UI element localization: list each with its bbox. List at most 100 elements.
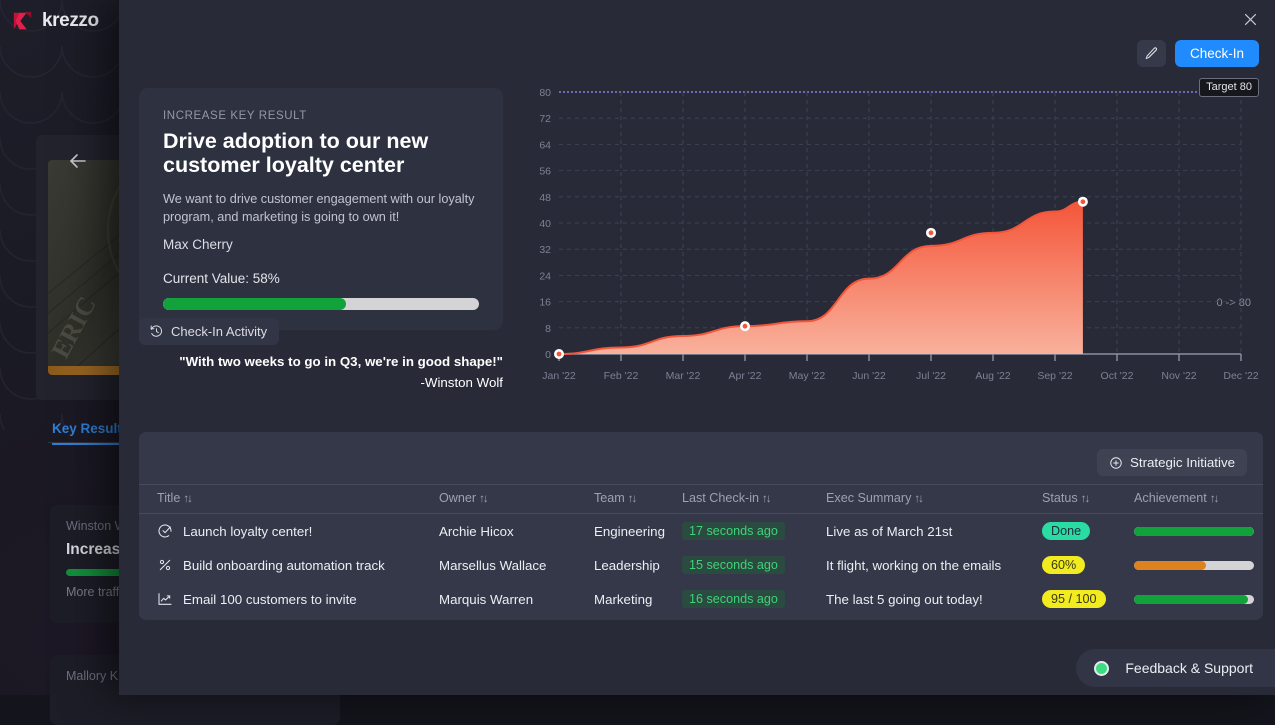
feedback-support-button[interactable]: Feedback & Support: [1076, 649, 1275, 687]
status-badge: 60%: [1042, 556, 1085, 574]
cell-exec-summary: The last 5 going out today!: [826, 582, 1042, 616]
x-tick-label: Jun '22: [852, 370, 886, 382]
table-row[interactable]: Email 100 customers to inviteMarquis War…: [139, 582, 1263, 616]
y-tick-label: 72: [539, 113, 551, 125]
sort-updown-icon[interactable]: ↑↓: [183, 493, 191, 505]
data-point-center: [1081, 199, 1086, 204]
y-tick-label: 16: [539, 297, 551, 309]
cell-team: Leadership: [594, 548, 682, 582]
x-tick-label: Jul '22: [916, 370, 946, 382]
strategic-initiatives-panel: Strategic Initiative Title↑↓Owner↑↓Team↑…: [139, 432, 1263, 620]
kr-progress-bar: [163, 298, 479, 310]
cell-last-checkin: 15 seconds ago: [682, 548, 826, 582]
table-row[interactable]: Build onboarding automation track Marsell…: [139, 548, 1263, 582]
table-row[interactable]: Launch loyalty center!Archie HicoxEngine…: [139, 514, 1263, 549]
sort-updown-icon[interactable]: ↑↓: [1081, 493, 1089, 505]
x-tick-label: May '22: [789, 370, 826, 382]
x-tick-label: Jan '22: [542, 370, 576, 382]
cell-owner: Marquis Warren: [439, 582, 594, 616]
cell-team: Marketing: [594, 582, 682, 616]
check-in-button[interactable]: Check-In: [1175, 40, 1259, 67]
x-tick-label: Oct '22: [1101, 370, 1134, 382]
y-tick-label: 80: [539, 87, 551, 99]
column-header-owner[interactable]: Owner↑↓: [439, 485, 594, 514]
kr-title: Drive adoption to our new customer loyal…: [163, 129, 479, 177]
achievement-bar: [1134, 527, 1254, 536]
cell-exec-summary: It flight, working on the emails: [826, 548, 1042, 582]
y-tick-label: 24: [539, 270, 551, 282]
cell-achievement: [1134, 582, 1263, 616]
cell-status: 60%: [1042, 548, 1134, 582]
y-tick-label: 48: [539, 192, 551, 204]
sort-updown-icon[interactable]: ↑↓: [914, 493, 922, 505]
sort-updown-icon[interactable]: ↑↓: [479, 493, 487, 505]
add-strategic-initiative-button[interactable]: Strategic Initiative: [1097, 449, 1247, 476]
cell-title[interactable]: Launch loyalty center!: [139, 514, 439, 549]
close-icon[interactable]: [1237, 6, 1263, 32]
cell-title[interactable]: Build onboarding automation track: [139, 548, 439, 582]
x-tick-label: Mar '22: [666, 370, 701, 382]
check-in-activity-button[interactable]: Check-In Activity: [139, 318, 279, 345]
column-label: Status: [1042, 491, 1078, 505]
x-tick-label: Nov '22: [1161, 370, 1196, 382]
key-result-card: INCREASE KEY RESULT Drive adoption to ou…: [139, 88, 503, 330]
x-tick-label: Dec '22: [1223, 370, 1258, 382]
quote-author: -Winston Wolf: [139, 375, 503, 390]
sort-updown-icon[interactable]: ↑↓: [1210, 493, 1218, 505]
history-icon: [149, 324, 164, 339]
y-tick-label: 64: [539, 139, 551, 151]
last-checkin-badge: 17 seconds ago: [682, 522, 785, 540]
status-badge: 95 / 100: [1042, 590, 1106, 608]
x-tick-label: Aug '22: [975, 370, 1010, 382]
column-header-achievement[interactable]: Achievement↑↓: [1134, 485, 1263, 514]
table-body: Launch loyalty center!Archie HicoxEngine…: [139, 514, 1263, 617]
x-tick-label: Feb '22: [604, 370, 639, 382]
initiative-title: Launch loyalty center!: [183, 524, 312, 539]
last-checkin-badge: 16 seconds ago: [682, 590, 785, 608]
quote-text: "With two weeks to go in Q3, we're in go…: [139, 352, 503, 372]
check-circle-icon: [157, 523, 173, 539]
achievement-bar: [1134, 561, 1254, 570]
table-header-row: Title↑↓Owner↑↓Team↑↓Last Check-in↑↓Exec …: [139, 485, 1263, 514]
edit-button[interactable]: [1137, 40, 1166, 67]
y-tick-label: 40: [539, 218, 551, 230]
check-in-quote: "With two weeks to go in Q3, we're in go…: [139, 352, 503, 390]
plus-circle-icon: [1109, 456, 1123, 470]
pencil-icon: [1144, 46, 1159, 61]
column-header-team[interactable]: Team↑↓: [594, 485, 682, 514]
column-header-title[interactable]: Title↑↓: [139, 485, 439, 514]
sort-updown-icon[interactable]: ↑↓: [762, 493, 770, 505]
kr-current-value: Current Value: 58%: [163, 271, 479, 286]
cell-title[interactable]: Email 100 customers to invite: [139, 582, 439, 616]
y-tick-label: 0: [545, 349, 551, 361]
krezzo-k-logo-icon: [12, 10, 34, 32]
column-label: Achievement: [1134, 491, 1207, 505]
arrow-left-icon[interactable]: [66, 149, 90, 173]
cell-last-checkin: 17 seconds ago: [682, 514, 826, 549]
column-header-status[interactable]: Status↑↓: [1042, 485, 1134, 514]
column-label: Team: [594, 491, 625, 505]
cell-owner: Marsellus Wallace: [439, 548, 594, 582]
initiative-title: Build onboarding automation track: [183, 558, 385, 573]
cell-exec-summary: Live as of March 21st: [826, 514, 1042, 549]
cell-owner: Archie Hicox: [439, 514, 594, 549]
column-label: Title: [157, 491, 180, 505]
status-badge: Done: [1042, 522, 1090, 540]
data-point-center: [929, 230, 934, 235]
y-tick-label: 32: [539, 244, 551, 256]
y-tick-label: 56: [539, 166, 551, 178]
column-header-last-check-in[interactable]: Last Check-in↑↓: [682, 485, 826, 514]
key-result-modal: Check-In Target 80 INCREASE KEY RESULT D…: [119, 0, 1275, 695]
chart-line-icon: [157, 591, 173, 607]
status-dot-icon: [1094, 661, 1109, 676]
cell-achievement: [1134, 548, 1263, 582]
cell-status: Done: [1042, 514, 1134, 549]
data-point-center: [557, 352, 562, 357]
initiatives-table: Title↑↓Owner↑↓Team↑↓Last Check-in↑↓Exec …: [139, 484, 1263, 616]
brand-logo[interactable]: krezzo: [12, 10, 99, 32]
x-tick-label: Apr '22: [729, 370, 762, 382]
modal-top-actions: Check-In: [1137, 40, 1259, 67]
column-header-exec-summary[interactable]: Exec Summary↑↓: [826, 485, 1042, 514]
activity-button-label: Check-In Activity: [171, 324, 267, 339]
sort-updown-icon[interactable]: ↑↓: [628, 493, 636, 505]
